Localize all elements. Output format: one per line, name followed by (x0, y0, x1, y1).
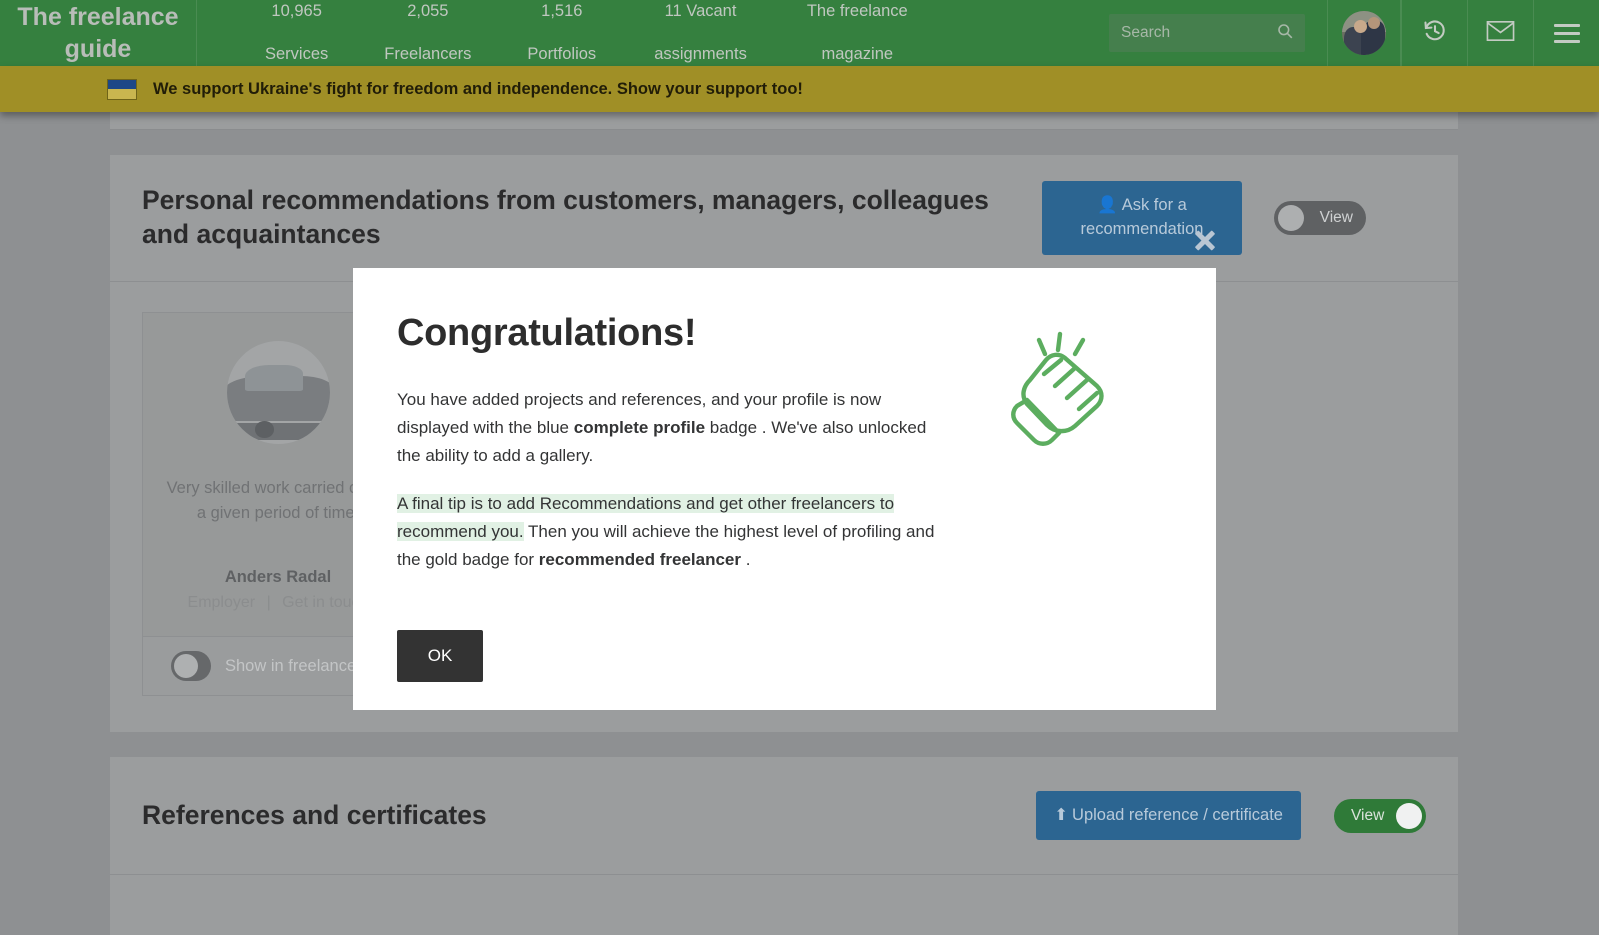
upload-button-label: Upload reference / certificate (1072, 805, 1283, 824)
nav-vacant-count: 11 Vacant (664, 1, 737, 20)
hamburger-menu-icon (1553, 19, 1580, 48)
nav-portfolios-count: 1,516 (541, 1, 583, 20)
modal-illustration (952, 312, 1172, 710)
upload-icon: ⬆ (1054, 805, 1069, 824)
upload-reference-button[interactable]: ⬆ Upload reference / certificate (1036, 790, 1301, 841)
toggle-label: View (1351, 806, 1385, 824)
close-icon[interactable] (1193, 228, 1217, 252)
congratulations-modal: Congratulations! You have added projects… (353, 268, 1216, 710)
toggle-knob (1278, 204, 1304, 231)
references-body (110, 875, 1458, 935)
view-toggle-references[interactable]: View (1334, 798, 1426, 833)
user-avatar-button[interactable] (1327, 0, 1401, 66)
testimonial-role: Employer (187, 594, 256, 611)
search-placeholder: Search (1121, 24, 1171, 41)
avatar (1342, 11, 1386, 55)
main-nav: 10,965 Services 2,055 Freelancers 1,516 … (197, 0, 1109, 66)
previous-section-stub (110, 112, 1458, 130)
menu-button[interactable] (1533, 0, 1599, 66)
nav-freelancers-label: Freelancers (384, 44, 472, 63)
view-toggle-recommendations[interactable]: View (1274, 200, 1366, 235)
toggle-label: View (1319, 208, 1353, 226)
p2-end: . (740, 550, 751, 570)
nav-magazine-line2: magazine (821, 44, 894, 63)
p1-bold: complete profile (573, 418, 706, 438)
section-header: Personal recommendations from customers,… (110, 155, 1458, 282)
toggle-knob (174, 654, 198, 678)
modal-paragraph-1: You have added projects and references, … (397, 386, 952, 470)
modal-content: Congratulations! You have added projects… (397, 312, 952, 710)
clapping-hands-icon (997, 330, 1127, 710)
nav-magazine-line1: The freelance (806, 1, 908, 20)
history-button[interactable] (1401, 0, 1467, 66)
modal-paragraph-2: A final tip is to add Recommendations an… (397, 490, 952, 574)
nav-services-count: 10,965 (271, 1, 322, 20)
top-navigation-bar: The freelance guide 10,965 Services 2,05… (0, 0, 1599, 66)
search-input[interactable]: Search (1109, 14, 1305, 52)
nav-freelancers-count: 2,055 (407, 1, 449, 20)
search-area: Search (1109, 0, 1327, 66)
modal-title: Congratulations! (397, 312, 697, 354)
history-icon (1422, 18, 1448, 49)
testimonial-avatar (226, 340, 330, 444)
references-title: References and certificates (142, 799, 487, 830)
toggle-knob (1396, 802, 1422, 829)
references-certificates-section: References and certificates ⬆ Upload refe… (110, 757, 1458, 935)
nav-services-label: Services (265, 44, 329, 63)
envelope-icon (1486, 19, 1515, 48)
page-title: Personal recommendations from customers,… (142, 185, 989, 249)
site-logo[interactable]: The freelance guide (0, 0, 197, 66)
section-header: References and certificates ⬆ Upload refe… (110, 757, 1458, 875)
meta-separator: | (266, 594, 271, 611)
p2-bold: recommended freelancer (538, 550, 741, 570)
messages-button[interactable] (1467, 0, 1533, 66)
show-in-profile-toggle[interactable] (171, 651, 211, 681)
ok-button[interactable]: OK (397, 630, 483, 683)
nav-portfolios-label: Portfolios (527, 44, 597, 63)
ukraine-flag-icon (107, 78, 137, 100)
ukraine-support-banner[interactable]: We support Ukraine's fight for freedom a… (0, 66, 1599, 112)
user-icon: 👤 (1097, 196, 1118, 214)
ukraine-banner-text: We support Ukraine's fight for freedom a… (153, 79, 803, 98)
nav-vacant-label: assignments (654, 44, 747, 63)
search-icon (1277, 23, 1293, 44)
